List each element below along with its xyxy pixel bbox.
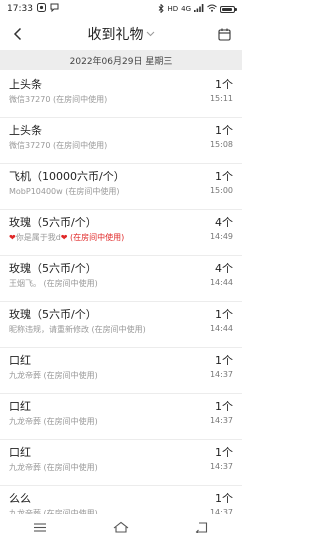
title-bar: 收到礼物 — [0, 18, 242, 50]
gift-name: 玫瑰（5六币/个） — [9, 308, 97, 321]
gift-sender: MobP10400w (在房间中使用) — [9, 187, 120, 196]
back-nav-button[interactable] — [187, 517, 217, 537]
gift-sender: 九龙帝葬 (在房间中使用) — [9, 463, 98, 472]
heart-icon: ❤ — [9, 233, 16, 242]
gift-name: 上头条 — [9, 124, 42, 137]
menu-icon — [34, 522, 47, 532]
gift-row[interactable]: 口红 九龙帝葬 (在房间中使用) 1个 14:37 — [0, 440, 242, 486]
gift-name: 口红 — [9, 446, 31, 459]
gift-sender: 微信37270 (在房间中使用) — [9, 141, 108, 150]
gift-sender: 微信37270 (在房间中使用) — [9, 95, 108, 104]
chevron-down-icon — [146, 31, 154, 37]
gift-name: 上头条 — [9, 78, 42, 91]
gift-row[interactable]: 口红 九龙帝葬 (在房间中使用) 1个 14:37 — [0, 394, 242, 440]
gift-time: 14:44 — [209, 324, 233, 333]
gift-count: 1个 — [215, 124, 233, 137]
gift-row[interactable]: 上头条 微信37270 (在房间中使用) 1个 15:08 — [0, 118, 242, 164]
gift-count: 4个 — [215, 262, 233, 275]
network-label: 4G — [181, 5, 191, 13]
gift-count: 1个 — [215, 400, 233, 413]
gift-count: 1个 — [215, 354, 233, 367]
back-button[interactable] — [8, 24, 28, 44]
system-nav-bar — [0, 514, 242, 540]
gift-count: 1个 — [215, 492, 233, 505]
calendar-button[interactable] — [214, 24, 234, 44]
date-label: 2022年06月29日 星期三 — [69, 56, 173, 67]
gift-row[interactable]: 上头条 微信37270 (在房间中使用) 1个 15:11 — [0, 72, 242, 118]
gift-time: 14:37 — [209, 370, 233, 379]
gift-sender: 你是属于我d — [15, 233, 61, 242]
calendar-icon — [217, 28, 231, 41]
message-icon — [50, 3, 59, 15]
gift-sender: 王烟飞。 (在房间中使用) — [9, 279, 98, 288]
gift-name: 口红 — [9, 400, 31, 413]
gift-sender: 昵称违规，请重新修改 (在房间中使用) — [9, 325, 146, 334]
gift-sender: 九龙帝葬 (在房间中使用) — [9, 371, 98, 380]
gift-time: 14:49 — [209, 232, 233, 241]
gift-list: 上头条 微信37270 (在房间中使用) 1个 15:11 上头条 微信3727… — [0, 72, 242, 532]
gift-time: 14:37 — [209, 462, 233, 471]
battery-icon — [220, 5, 237, 13]
gift-count: 1个 — [215, 446, 233, 459]
status-bar: 17:33 HD 4G — [0, 0, 242, 18]
gift-row[interactable]: 玫瑰（5六币/个） 王烟飞。 (在房间中使用) 4个 14:44 — [0, 256, 242, 302]
gift-row[interactable]: 口红 九龙帝葬 (在房间中使用) 1个 14:37 — [0, 348, 242, 394]
gift-count: 1个 — [215, 170, 233, 183]
notification-icon — [36, 3, 46, 15]
gift-time: 15:08 — [209, 140, 233, 149]
status-time: 17:33 — [7, 4, 33, 14]
home-icon — [113, 521, 129, 533]
date-header: 2022年06月29日 星期三 — [0, 50, 242, 70]
gift-sender: 九龙帝葬 (在房间中使用) — [9, 417, 98, 426]
gift-sender-line: ❤你是属于我d❤ (在房间中使用) — [9, 232, 124, 243]
page-title-dropdown[interactable]: 收到礼物 — [88, 24, 155, 44]
hd-badge: HD — [167, 5, 179, 13]
gift-row[interactable]: 飞机（10000六币/个） MobP10400w (在房间中使用) 1个 15:… — [0, 164, 242, 210]
bluetooth-icon — [158, 2, 165, 15]
gift-time: 14:44 — [209, 278, 233, 287]
gift-time: 15:11 — [209, 94, 233, 103]
gift-count: 4个 — [215, 216, 233, 229]
gift-count: 1个 — [215, 78, 233, 91]
gift-time: 15:00 — [209, 186, 233, 195]
page-title: 收到礼物 — [87, 27, 144, 43]
menu-button[interactable] — [25, 517, 55, 537]
gift-row[interactable]: 玫瑰（5六币/个） ❤你是属于我d❤ (在房间中使用) 4个 14:49 — [0, 210, 242, 256]
wifi-icon — [207, 4, 217, 14]
signal-icon — [194, 4, 204, 14]
chevron-left-icon — [13, 27, 22, 41]
gift-name: 么么 — [9, 492, 31, 505]
gift-name: 口红 — [9, 354, 31, 367]
back-arrow-icon — [195, 521, 208, 533]
gift-row[interactable]: 玫瑰（5六币/个） 昵称违规，请重新修改 (在房间中使用) 1个 14:44 — [0, 302, 242, 348]
home-button[interactable] — [106, 517, 136, 537]
gift-name: 玫瑰（5六币/个） — [9, 216, 97, 229]
gift-count: 1个 — [215, 308, 233, 321]
gift-name: 玫瑰（5六币/个） — [9, 262, 97, 275]
gift-name: 飞机（10000六币/个） — [9, 170, 125, 183]
heart-suffix: ❤ (在房间中使用) — [60, 233, 125, 242]
gift-time: 14:37 — [209, 416, 233, 425]
